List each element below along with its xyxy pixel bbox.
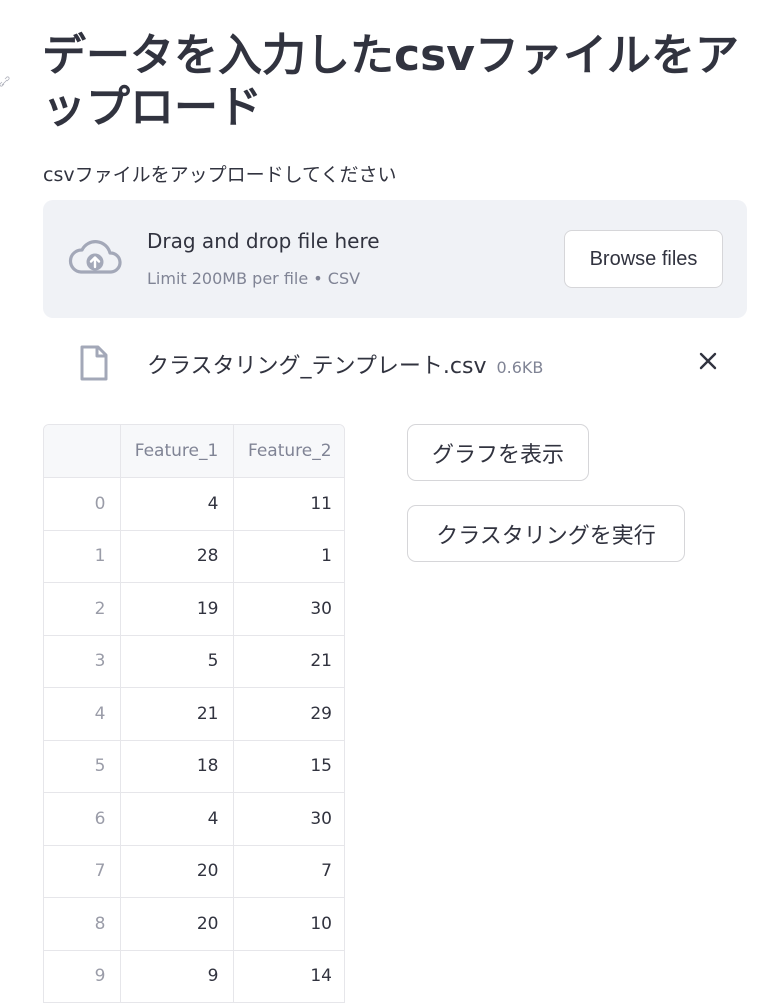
cloud-upload-icon (68, 240, 122, 274)
column-header-index[interactable] (44, 425, 121, 478)
feature-2-cell[interactable]: 1 (233, 530, 344, 583)
uploader-label: csvファイルをアップロードしてください (43, 164, 397, 186)
feature-1-cell[interactable]: 20 (120, 897, 234, 951)
file-name-text: クラスタリング_テンプレート.csv (147, 354, 487, 379)
feature-1-cell[interactable]: 18 (120, 740, 234, 793)
link-anchor-icon (0, 76, 10, 87)
file-icon (80, 345, 108, 381)
close-icon[interactable] (693, 346, 723, 376)
row-index-cell[interactable]: 1 (44, 530, 121, 583)
dropzone-title: Drag and drop file here (147, 229, 380, 253)
row-index-cell[interactable]: 4 (44, 687, 121, 741)
feature-2-cell[interactable]: 30 (233, 792, 344, 846)
table-row: 1 28 1 (44, 530, 344, 583)
row-index-cell[interactable]: 6 (44, 792, 121, 846)
feature-2-cell[interactable]: 15 (233, 740, 344, 793)
table-row: 0 4 11 (44, 477, 344, 531)
feature-1-cell[interactable]: 21 (120, 687, 234, 741)
feature-2-cell[interactable]: 11 (233, 477, 344, 531)
row-index-cell[interactable]: 0 (44, 477, 121, 531)
table-header-row: Feature_1 Feature_2 (44, 425, 344, 478)
row-index-cell[interactable]: 7 (44, 845, 121, 898)
dataframe-table[interactable]: Feature_1 Feature_2 0 4 11 1 28 1 2 19 3… (43, 424, 345, 1003)
table-row: 5 18 15 (44, 740, 344, 793)
column-header-feature-2[interactable]: Feature_2 (233, 425, 344, 478)
page-title: データを入力したcsvファイルをアップロード (42, 30, 739, 133)
table-row: 2 19 30 (44, 582, 344, 636)
feature-1-cell[interactable]: 28 (120, 530, 234, 583)
table-row: 8 20 10 (44, 897, 344, 951)
table-row: 6 4 30 (44, 792, 344, 846)
feature-2-cell[interactable]: 10 (233, 897, 344, 951)
row-index-cell[interactable]: 9 (44, 950, 121, 1003)
feature-1-cell[interactable]: 5 (120, 635, 234, 688)
feature-1-cell[interactable]: 4 (120, 792, 234, 846)
row-index-cell[interactable]: 5 (44, 740, 121, 793)
table-row: 3 5 21 (44, 635, 344, 688)
row-index-cell[interactable]: 3 (44, 635, 121, 688)
feature-2-cell[interactable]: 14 (233, 950, 344, 1003)
feature-2-cell[interactable]: 7 (233, 845, 344, 898)
feature-1-cell[interactable]: 9 (120, 950, 234, 1003)
row-index-cell[interactable]: 8 (44, 897, 121, 951)
column-header-feature-1[interactable]: Feature_1 (120, 425, 234, 478)
run-clustering-button[interactable]: クラスタリングを実行 (407, 505, 685, 562)
table-row: 9 9 14 (44, 950, 344, 1003)
feature-1-cell[interactable]: 4 (120, 477, 234, 531)
feature-1-cell[interactable]: 20 (120, 845, 234, 898)
file-dropzone[interactable]: Drag and drop file here Limit 200MB per … (43, 200, 747, 318)
row-index-cell[interactable]: 2 (44, 582, 121, 636)
table-row: 7 20 7 (44, 845, 344, 898)
dropzone-limit-text: Limit 200MB per file • CSV (147, 269, 361, 288)
table-row: 4 21 29 (44, 687, 344, 741)
feature-2-cell[interactable]: 29 (233, 687, 344, 741)
feature-2-cell[interactable]: 30 (233, 582, 344, 636)
feature-2-cell[interactable]: 21 (233, 635, 344, 688)
file-size: 0.6KB (496, 358, 544, 377)
feature-1-cell[interactable]: 19 (120, 582, 234, 636)
uploaded-file-name: クラスタリング_テンプレート.csv 0.6KB (147, 348, 543, 380)
show-graph-button[interactable]: グラフを表示 (407, 424, 589, 481)
browse-files-button[interactable]: Browse files (564, 230, 723, 288)
uploaded-file-row: クラスタリング_テンプレート.csv 0.6KB (43, 330, 747, 390)
